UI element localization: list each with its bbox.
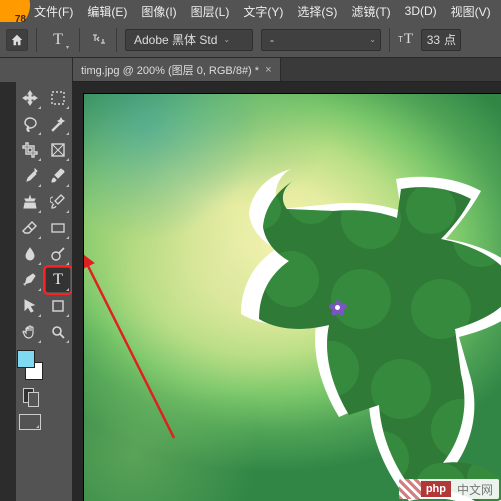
chevron-down-icon: ⌄ (369, 35, 376, 44)
menu-type[interactable]: 文字(Y) (237, 1, 289, 22)
type-tool[interactable]: T (46, 268, 70, 292)
blur-tool[interactable] (18, 242, 42, 266)
zoom-tool[interactable] (46, 320, 70, 344)
watermark-text: 中文网 (451, 481, 499, 498)
type-icon: T (53, 271, 63, 289)
canvas-viewport (72, 82, 501, 501)
home-icon (10, 33, 24, 47)
menu-view[interactable]: 视图(V) (445, 1, 497, 22)
menu-file[interactable]: 文件(F) (28, 1, 79, 22)
font-size-value: 33 (427, 33, 440, 47)
tool-preset-picker[interactable]: T ▾ (45, 27, 71, 53)
artwork-glyph-fill (221, 149, 501, 501)
menu-filter[interactable]: 滤镜(T) (345, 1, 396, 22)
font-style-dropdown[interactable]: - ⌄ (261, 29, 381, 51)
watermark-badge: php (421, 481, 451, 497)
menu-select[interactable]: 选择(S) (291, 1, 343, 22)
watermark: php 中文网 (399, 479, 499, 499)
shape-tool[interactable] (46, 294, 70, 318)
dodge-tool[interactable] (46, 242, 70, 266)
artwork-flower (330, 300, 346, 316)
screen-mode-button[interactable] (19, 414, 41, 430)
menu-image[interactable]: 图像(I) (135, 1, 182, 22)
menu-bar: 文件(F) 编辑(E) 图像(I) 图层(L) 文字(Y) 选择(S) 滤镜(T… (28, 0, 497, 22)
font-family-value: Adobe 黑体 Std (134, 31, 217, 48)
menu-3d[interactable]: 3D(D) (399, 2, 443, 20)
panel-gutter (0, 82, 16, 501)
font-family-dropdown[interactable]: Adobe 黑体 Std ⌄ (125, 29, 253, 51)
path-select-tool[interactable] (18, 294, 42, 318)
separator (36, 28, 37, 52)
separator (389, 28, 390, 52)
marquee-tool[interactable] (46, 86, 70, 110)
lasso-tool[interactable] (18, 112, 42, 136)
toolbar-column-left (17, 82, 43, 501)
text-orientation-button[interactable] (88, 30, 108, 50)
font-size-unit: 点 (444, 31, 456, 48)
menu-edit[interactable]: 编辑(E) (81, 1, 133, 22)
font-size-icon: TT (398, 31, 413, 48)
separator (116, 28, 117, 52)
gradient-tool[interactable] (46, 216, 70, 240)
document-tab-bar: timg.jpg @ 200% (图层 0, RGB/8#) * × (72, 58, 501, 82)
separator (79, 28, 80, 52)
eraser-tool[interactable] (18, 216, 42, 240)
menu-layer[interactable]: 图层(L) (185, 1, 236, 22)
font-style-value: - (270, 33, 274, 47)
orientation-icon (90, 32, 106, 48)
options-bar: T ▾ Adobe 黑体 Std ⌄ - ⌄ TT 33 点 (0, 22, 501, 58)
magic-wand-tool[interactable] (46, 112, 70, 136)
document-tab[interactable]: timg.jpg @ 200% (图层 0, RGB/8#) * × (72, 57, 281, 81)
eyedropper-tool[interactable] (18, 164, 42, 188)
history-brush-tool[interactable] (46, 190, 70, 214)
home-button[interactable] (6, 29, 28, 51)
color-swatches[interactable] (17, 350, 43, 380)
tab-title: timg.jpg @ 200% (图层 0, RGB/8#) * (81, 62, 259, 78)
foreground-color-swatch[interactable] (17, 350, 35, 368)
move-tool[interactable] (18, 86, 42, 110)
document-canvas[interactable] (84, 94, 501, 501)
hand-tool[interactable] (18, 320, 42, 344)
font-size-field[interactable]: 33 点 (421, 29, 461, 51)
toolbar-column-right: T (45, 82, 71, 501)
frame-tool[interactable] (46, 138, 70, 162)
chevron-down-icon: ▾ (66, 44, 69, 51)
quick-mask-toggle[interactable] (19, 388, 41, 406)
clone-stamp-tool[interactable] (18, 190, 42, 214)
brush-tool[interactable] (46, 164, 70, 188)
chevron-down-icon: ⌄ (223, 35, 230, 44)
crop-tool[interactable] (18, 138, 42, 162)
watermark-stripes (399, 479, 421, 499)
close-icon[interactable]: × (265, 64, 271, 76)
type-icon: T (53, 31, 63, 49)
pen-tool[interactable] (18, 268, 42, 292)
